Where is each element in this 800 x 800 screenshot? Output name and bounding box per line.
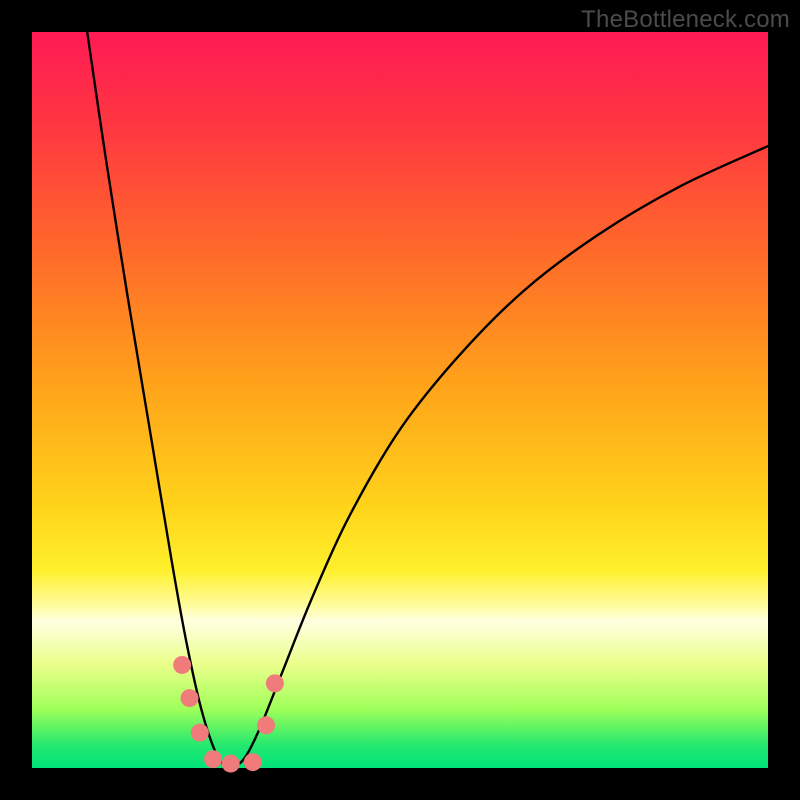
marker-dot <box>222 755 240 773</box>
marker-dot <box>191 724 209 742</box>
marker-dot <box>257 716 275 734</box>
marker-dot <box>266 674 284 692</box>
chart-svg <box>32 32 768 768</box>
outer-frame: TheBottleneck.com <box>0 0 800 800</box>
plot-area <box>32 32 768 768</box>
highlight-markers <box>173 656 284 773</box>
marker-dot <box>204 750 222 768</box>
marker-dot <box>244 753 262 771</box>
marker-dot <box>173 656 191 674</box>
marker-dot <box>181 689 199 707</box>
bottleneck-curve <box>87 32 768 768</box>
watermark-text: TheBottleneck.com <box>581 6 790 34</box>
